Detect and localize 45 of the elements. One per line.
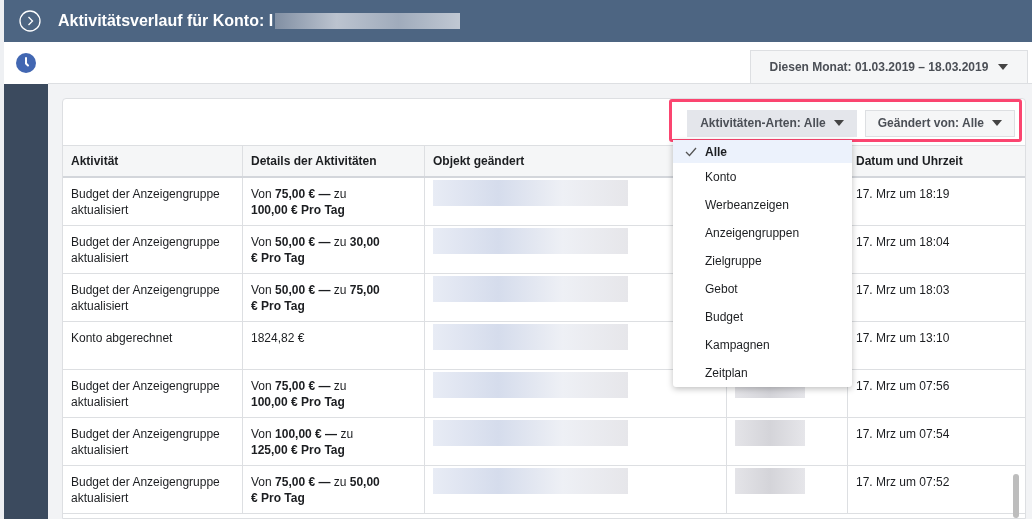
blurred-block	[735, 420, 805, 446]
table-cell: Budget der Anzeigengruppe aktualisiert	[71, 187, 220, 217]
menu-item[interactable]: Zeitplan	[673, 359, 852, 387]
menu-item[interactable]: Zielgruppe	[673, 247, 852, 275]
table-cell: Budget der Anzeigengruppe aktualisiert	[71, 235, 220, 265]
table-cell: Konto abgerechnet	[71, 331, 173, 345]
table-cell: 17. Mrz um 18:03	[856, 283, 950, 297]
table-cell: 17. Mrz um 07:52	[856, 475, 950, 489]
table-cell: Budget der Anzeigengruppe aktualisiert	[71, 427, 220, 457]
caret-icon	[998, 64, 1009, 70]
column-header: Datum und Uhrzeit	[855, 153, 964, 170]
table-cell: 17. Mrz um 13:10	[856, 331, 950, 345]
check-icon	[685, 146, 697, 157]
table-cell: Budget der Anzeigengruppe aktualisiert	[71, 475, 220, 505]
date-range-dropdown[interactable]: Diesen Monat: 01.03.2019 – 18.03.2019	[750, 50, 1028, 83]
caret-icon	[992, 120, 1002, 126]
menu-item[interactable]: Alle	[673, 140, 852, 163]
expand-icon[interactable]	[19, 10, 41, 32]
column-header: Details der Aktivitäten	[243, 146, 425, 176]
blurred-block	[735, 468, 805, 494]
page-title: Aktivitätsverlauf für Konto: I	[58, 12, 274, 30]
table-cell-text: Von 50,00 € — zu 75,00 € Pro Tag	[251, 282, 381, 314]
table-cell: 17. Mrz um 07:54	[856, 427, 950, 441]
table-cell-text: Von 75,00 € — zu 100,00 € Pro Tag	[251, 186, 348, 218]
column-header: Aktivität	[63, 146, 243, 176]
table-cell-text: Von 100,00 € — zu 125,00 € Pro Tag	[251, 426, 355, 458]
table-cell: Budget der Anzeigengruppe aktualisiert	[71, 379, 220, 409]
table-cell: 17. Mrz um 18:04	[856, 235, 950, 249]
clock-icon[interactable]	[16, 53, 36, 73]
table-cell-text: Von 75,00 € — zu 100,00 € Pro Tag	[251, 378, 348, 410]
table-cell: Budget der Anzeigengruppe aktualisiert	[71, 283, 220, 313]
table-cell: 17. Mrz um 07:56	[856, 379, 950, 393]
filter-dropdown[interactable]: Geändert von: Alle	[864, 109, 1015, 137]
scrollbar[interactable]	[1013, 474, 1019, 518]
menu-item[interactable]: Werbeanzeigen	[673, 191, 852, 219]
menu-item[interactable]: Gebot	[673, 275, 852, 303]
menu-item[interactable]: Kampagnen	[673, 331, 852, 359]
menu-item[interactable]: Budget	[673, 303, 852, 331]
caret-icon	[833, 120, 844, 126]
filter-dropdown[interactable]: Aktivitäten-Arten: Alle	[687, 109, 857, 137]
table-cell-text: Von 50,00 € — zu 30,00 € Pro Tag	[251, 234, 381, 266]
table-cell: 17. Mrz um 18:19	[856, 187, 950, 201]
menu-item[interactable]: Anzeigengruppen	[673, 219, 852, 247]
table-cell-text: Von 75,00 € — zu 50,00 € Pro Tag	[251, 474, 381, 506]
table-cell: 1824,82 €	[251, 330, 305, 346]
